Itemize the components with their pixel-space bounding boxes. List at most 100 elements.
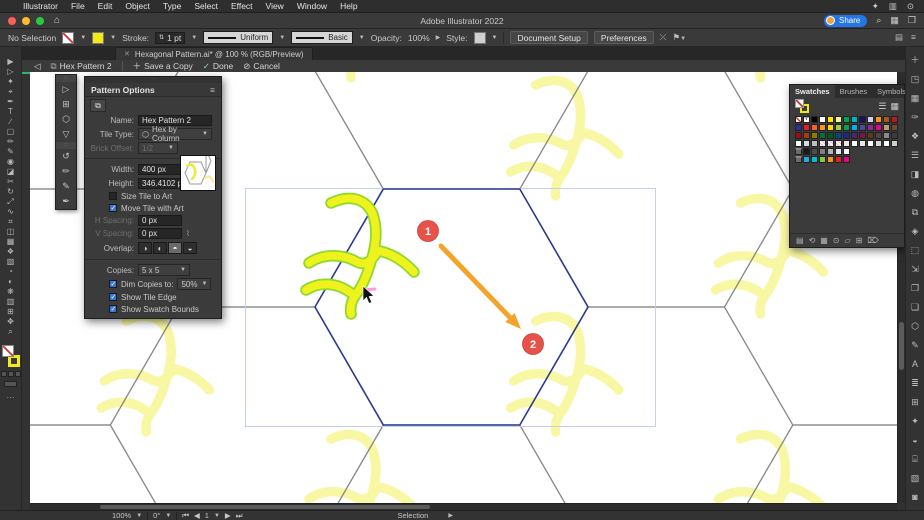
shaper-tool[interactable]: ⬡ — [56, 112, 76, 127]
gradient-mode-button[interactable] — [7, 371, 14, 377]
delete-swatch-icon[interactable]: ⌦ — [867, 236, 878, 245]
color-swatch[interactable] — [891, 132, 898, 139]
color-swatch[interactable] — [851, 124, 858, 131]
menu-item-file[interactable]: File — [71, 1, 85, 11]
color-swatch[interactable] — [843, 132, 850, 139]
chevron-down-icon[interactable]: ▼ — [279, 35, 285, 41]
horizontal-scrollbar[interactable] — [30, 503, 897, 510]
stroke-weight-stepper[interactable]: ⇅ 1 pt — [155, 31, 186, 44]
menu-extra-icon-2[interactable]: ▥ — [889, 1, 897, 12]
horizontal-scrollbar-thumb[interactable] — [100, 505, 430, 509]
menu-item-object[interactable]: Object — [125, 1, 150, 11]
brush-definition-select[interactable]: Basic — [291, 31, 353, 44]
blend-tool[interactable]: ◐ — [2, 277, 20, 287]
pen-tool[interactable]: ✒ — [56, 194, 76, 209]
type-tool[interactable]: T — [2, 107, 20, 117]
grid-view-icon[interactable]: ▦ — [890, 101, 899, 112]
transform-panel-icon[interactable]: ⌸ — [907, 450, 924, 469]
chevron-down-icon[interactable]: ▼ — [492, 35, 498, 41]
color-swatch[interactable] — [851, 140, 858, 147]
artboard-tool[interactable]: ⊞ — [56, 97, 76, 112]
overlap-left-in-front[interactable]: ◑ — [138, 242, 152, 254]
color-swatch[interactable] — [875, 132, 882, 139]
chevron-down-icon[interactable]: ▼ — [165, 513, 171, 519]
tab-brushes[interactable]: Brushes — [835, 85, 873, 98]
pattern-name-input[interactable]: Hex Pattern 2 — [138, 114, 212, 126]
cancel-button[interactable]: ⊘ Cancel — [243, 61, 280, 72]
color-swatch[interactable] — [819, 140, 826, 147]
curvature-tool[interactable]: ✏ — [56, 164, 76, 179]
chevron-down-icon[interactable]: ▼ — [191, 35, 197, 41]
color-swatch[interactable] — [851, 116, 858, 123]
color-swatch[interactable] — [883, 140, 890, 147]
document-tab[interactable]: ✕ Hexagonal Pattern.ai* @ 100 % (RGB/Pre… — [115, 47, 313, 60]
effects-panel-icon[interactable]: ✦ — [907, 412, 924, 431]
color-swatch[interactable] — [867, 132, 874, 139]
rotate-tool[interactable]: ↻ — [2, 187, 20, 197]
list-view-icon[interactable]: ☰ — [878, 101, 886, 112]
panel-menu-icon[interactable]: ≡ — [210, 85, 215, 95]
color-swatch[interactable] — [843, 148, 850, 155]
close-icon[interactable]: ✕ — [124, 50, 130, 58]
chevron-right-icon[interactable]: ▶ — [436, 34, 441, 41]
dim-copies-checkbox[interactable] — [109, 280, 117, 288]
color-swatch[interactable] — [843, 140, 850, 147]
color-swatch[interactable] — [811, 124, 818, 131]
stroke-panel-icon[interactable]: ☰ — [907, 146, 924, 165]
move-tile-with-art-checkbox[interactable] — [109, 204, 117, 212]
color-swatch[interactable] — [819, 148, 826, 155]
color-panel-icon[interactable]: ◒ — [907, 431, 924, 450]
character-panel-icon[interactable]: A — [907, 355, 924, 374]
color-swatch[interactable] — [835, 148, 842, 155]
next-artboard-icon[interactable]: ▶ — [225, 511, 231, 520]
magic-wand-tool[interactable]: ✦ — [2, 77, 20, 87]
color-swatch[interactable] — [843, 124, 850, 131]
color-swatch[interactable] — [835, 116, 842, 123]
vertical-scrollbar-thumb[interactable] — [899, 322, 904, 370]
fill-color-swatch[interactable] — [62, 31, 75, 44]
shape-builder-tool[interactable]: ◫ — [2, 227, 20, 237]
libraries-panel-icon[interactable]: ❐ — [907, 279, 924, 298]
tile-type-select[interactable]: ⬡ Hex by Column ▼ — [138, 125, 212, 143]
exit-pattern-mode-icon[interactable]: ◁ — [34, 61, 41, 72]
collapse-panels-icon[interactable]: ≡ — [911, 32, 916, 43]
edit-toolbar-icon[interactable]: ⋯ — [7, 393, 15, 402]
width-tool[interactable]: ∿ — [2, 207, 20, 217]
scale-tool[interactable]: ⤢ — [2, 197, 20, 207]
color-swatch[interactable] — [875, 116, 882, 123]
asset-export-panel-icon[interactable]: ⇲ — [907, 260, 924, 279]
chevron-down-icon[interactable]: ▼ — [214, 513, 220, 519]
zoom-level-select[interactable]: 100% — [112, 511, 131, 520]
brushes-panel-icon[interactable]: ✑ — [907, 108, 924, 127]
overlap-right-in-front[interactable]: ◐ — [153, 242, 167, 254]
stroke-profile-select[interactable]: Uniform — [203, 31, 274, 44]
column-graph-tool[interactable]: ▥ — [2, 297, 20, 307]
new-color-group-icon[interactable]: ▱ — [845, 236, 851, 245]
image-trace-panel-icon[interactable]: ▧ — [907, 469, 924, 488]
pencil-tool[interactable]: ✎ — [56, 179, 76, 194]
color-mode-button[interactable] — [0, 371, 7, 377]
direct-selection-tool[interactable]: ▷ — [2, 67, 20, 77]
color-swatch[interactable] — [819, 124, 826, 131]
color-swatch[interactable] — [795, 156, 802, 163]
color-swatch[interactable] — [827, 124, 834, 131]
blob-brush-tool[interactable]: ◉ — [2, 157, 20, 167]
color-swatch[interactable] — [803, 156, 810, 163]
search-icon[interactable]: ⌕ — [876, 15, 881, 26]
dim-copies-select[interactable]: 50% ▼ — [177, 278, 212, 290]
snap-options-icon[interactable]: ⤫ — [660, 32, 667, 43]
last-artboard-icon[interactable]: ⏭ — [236, 511, 243, 520]
chevron-down-icon[interactable]: ▼ — [136, 513, 142, 519]
color-swatch[interactable] — [851, 132, 858, 139]
color-swatch[interactable] — [867, 124, 874, 131]
show-swatch-bounds-checkbox[interactable] — [109, 305, 117, 313]
none-mode-button[interactable] — [14, 371, 21, 377]
selection-tool[interactable]: ▶ — [2, 57, 20, 67]
symbols-panel-icon[interactable]: ❖ — [907, 127, 924, 146]
menu-item-window[interactable]: Window — [297, 1, 327, 11]
color-swatch[interactable] — [819, 132, 826, 139]
fill-proxy[interactable] — [795, 99, 804, 108]
artboards-panel-icon[interactable]: ◳ — [907, 70, 924, 89]
color-swatch[interactable] — [827, 156, 834, 163]
rotate-tool[interactable]: ↺ — [56, 149, 76, 164]
